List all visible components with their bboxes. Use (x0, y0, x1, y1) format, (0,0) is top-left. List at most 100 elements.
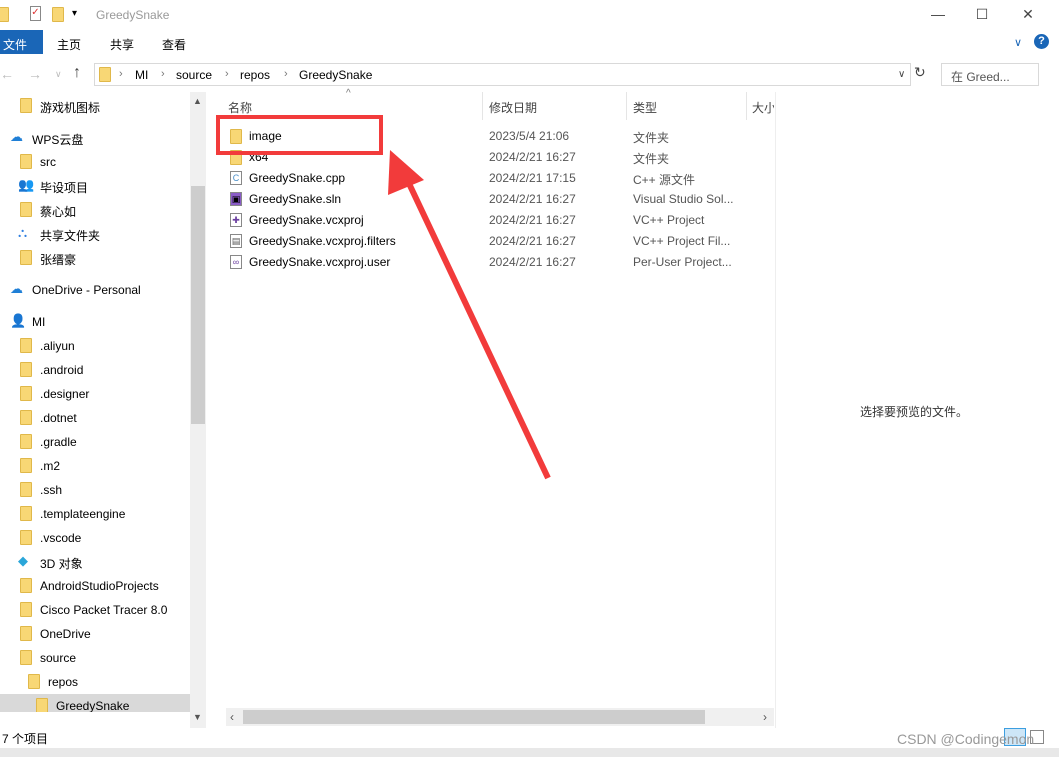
up-button[interactable]: ↑ (73, 64, 81, 82)
sidebar-item[interactable]: .ssh (0, 478, 190, 500)
tab-share[interactable]: 共享 (110, 36, 134, 53)
column-header-name[interactable]: 名称 (228, 99, 252, 116)
sidebar-item[interactable]: 👥 毕设项目 (0, 174, 190, 196)
folder-icon (20, 578, 32, 593)
preview-pane-message: 选择要预览的文件。 (860, 405, 969, 419)
file-row[interactable]: x64 2024/2/21 16:27 文件夹 (228, 147, 768, 168)
filters-file-icon: ▤ (230, 234, 242, 248)
sidebar-item-label: Cisco Packet Tracer 8.0 (40, 603, 168, 617)
folder-icon (20, 250, 32, 265)
background-window-strip (0, 748, 1059, 757)
file-type: VC++ Project Fil... (633, 234, 731, 248)
cloud-icon: ☁ (10, 129, 23, 144)
sidebar-item[interactable]: ☁ WPS云盘 (0, 126, 190, 148)
sidebar-item-label: repos (48, 675, 79, 689)
column-header-size[interactable]: 大小 (752, 99, 774, 116)
column-header-type[interactable]: 类型 (633, 99, 657, 116)
file-date: 2024/2/21 16:27 (489, 234, 576, 248)
address-dropdown-button[interactable]: ∨ (898, 69, 905, 80)
horizontal-scroll-thumb[interactable] (243, 710, 705, 724)
file-date: 2024/2/21 16:27 (489, 192, 576, 206)
sidebar-item[interactable]: ☁ OneDrive - Personal (0, 278, 190, 300)
sidebar-item-label: src (40, 155, 56, 169)
ribbon-expand-button[interactable]: ∨ (1014, 36, 1022, 49)
sidebar-item[interactable]: .gradle (0, 430, 190, 452)
sidebar-item[interactable]: OneDrive (0, 622, 190, 644)
sidebar-item-label: .android (40, 363, 84, 377)
sidebar-item-label: 3D 对象 (40, 557, 83, 571)
folder-icon (230, 150, 242, 165)
file-type: 文件夹 (633, 152, 670, 166)
sidebar-item[interactable]: repos (0, 670, 190, 692)
column-header-date[interactable]: 修改日期 (489, 99, 537, 116)
refresh-button[interactable]: ↻ (914, 64, 926, 81)
sidebar-item[interactable]: .vscode (0, 526, 190, 548)
sidebar-item-label: .aliyun (40, 339, 75, 353)
sidebar-item-label: 毕设项目 (40, 181, 89, 195)
sidebar-item[interactable]: .aliyun (0, 334, 190, 356)
window-title: GreedySnake (96, 8, 170, 22)
breadcrumb-repos[interactable]: repos (240, 68, 270, 82)
file-row[interactable]: ∞ GreedySnake.vcxproj.user 2024/2/21 16:27… (228, 252, 768, 273)
sidebar-item[interactable]: Cisco Packet Tracer 8.0 (0, 598, 190, 620)
folder-icon (36, 698, 48, 712)
minimize-button[interactable]: — (928, 4, 948, 24)
folder-icon (20, 482, 32, 497)
help-button[interactable]: ? (1034, 34, 1049, 49)
file-date: 2023/5/4 21:06 (489, 129, 570, 143)
sort-ascending-icon: ^ (346, 88, 351, 99)
forward-button[interactable]: → (28, 66, 42, 82)
file-row[interactable]: ▣ GreedySnake.sln 2024/2/21 16:27 Visual St… (228, 189, 768, 210)
file-type: C++ 源文件 (633, 173, 696, 187)
file-row[interactable]: ✚ GreedySnake.vcxproj 2024/2/21 16:27 VC++ … (228, 210, 768, 231)
sidebar-item-label: 张缙豪 (40, 253, 77, 267)
properties-icon[interactable]: ✓ (30, 6, 41, 21)
tab-file[interactable]: 文件 (0, 30, 43, 54)
address-bar[interactable]: › MI › source › repos › GreedySnake ∨ (94, 63, 911, 86)
status-item-count: 7 个项目 (2, 732, 49, 746)
cpp-file-icon: C (230, 171, 242, 185)
customize-toolbar-icon[interactable]: ▾ (72, 8, 77, 19)
search-input[interactable]: 在 Greed... (941, 63, 1039, 86)
sidebar-item[interactable]: .dotnet (0, 406, 190, 428)
maximize-button[interactable]: ☐ (972, 4, 992, 24)
sidebar-item-label: 游戏机图标 (40, 101, 101, 115)
breadcrumb-source[interactable]: source (176, 68, 212, 82)
share-icon: ⛬ (18, 225, 28, 240)
sidebar-item[interactable]: 👤 MI (0, 310, 190, 332)
sidebar-item[interactable]: GreedySnake (0, 694, 190, 712)
file-row[interactable]: ▤ GreedySnake.vcxproj.filters 2024/2/21 16… (228, 231, 768, 252)
sidebar-item[interactable]: .android (0, 358, 190, 380)
recent-locations-button[interactable]: ∨ (55, 69, 62, 80)
breadcrumb-mi[interactable]: MI (135, 68, 148, 82)
sidebar-item-label: .gradle (40, 435, 77, 449)
sidebar-item[interactable]: 蔡心如 (0, 198, 190, 220)
sidebar-item[interactable]: .m2 (0, 454, 190, 476)
sidebar-item[interactable]: source (0, 646, 190, 668)
tab-view[interactable]: 查看 (162, 36, 186, 53)
breadcrumb-greedysnake[interactable]: GreedySnake (299, 68, 372, 82)
file-row[interactable]: C GreedySnake.cpp 2024/2/21 17:15 C++ 源文件 (228, 168, 768, 189)
tab-home[interactable]: 主页 (57, 36, 81, 53)
sidebar-item[interactable]: ⛬ 共享文件夹 (0, 222, 190, 244)
file-date: 2024/2/21 16:27 (489, 255, 576, 269)
folder-icon (20, 202, 32, 217)
sidebar-item[interactable]: AndroidStudioProjects (0, 574, 190, 596)
sidebar-item[interactable]: ◆ 3D 对象 (0, 550, 190, 572)
folder-icon (20, 154, 32, 169)
folder-icon (20, 410, 32, 425)
close-button[interactable]: ✕ (1018, 4, 1038, 24)
sidebar-scroll-thumb[interactable] (191, 186, 205, 424)
sidebar-item[interactable]: .templateengine (0, 502, 190, 524)
sidebar-item[interactable]: 张缙豪 (0, 246, 190, 268)
new-folder-icon[interactable] (52, 7, 64, 22)
file-row[interactable]: image 2023/5/4 21:06 文件夹 (228, 126, 768, 147)
back-button[interactable]: ← (0, 66, 14, 82)
sidebar-item[interactable]: src (0, 150, 190, 172)
sidebar-item[interactable]: .designer (0, 382, 190, 404)
sidebar-item[interactable]: 游戏机图标 (0, 94, 190, 116)
sidebar-item-label: source (40, 651, 77, 665)
folder-icon (20, 98, 32, 113)
file-type: Per-User Project... (633, 255, 732, 269)
file-name: image (249, 129, 282, 143)
